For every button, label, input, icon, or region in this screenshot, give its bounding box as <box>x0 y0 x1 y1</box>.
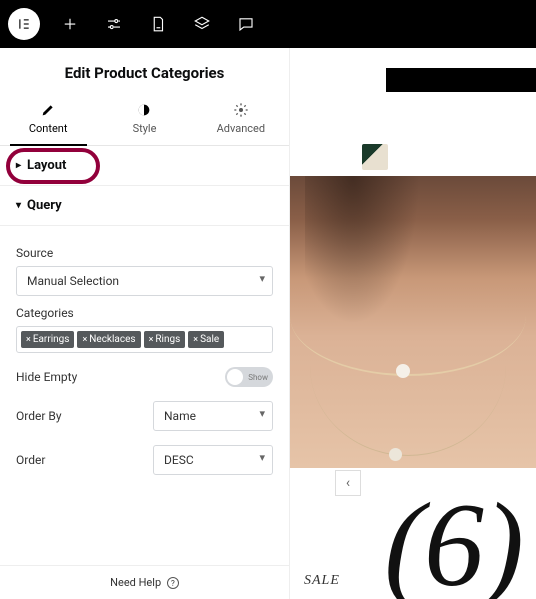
top-toolbar <box>0 0 536 48</box>
document-icon <box>149 15 167 33</box>
order-label: Order <box>16 453 45 467</box>
tab-content[interactable]: Content <box>0 96 96 145</box>
help-icon: ? <box>167 577 179 589</box>
hide-empty-toggle[interactable]: Show <box>225 367 273 387</box>
settings-button[interactable] <box>94 4 134 44</box>
chevron-left-icon: ‹ <box>346 475 350 491</box>
categories-label: Categories <box>16 306 273 320</box>
categories-tag-input[interactable]: ×Earrings ×Necklaces ×Rings ×Sale <box>16 326 273 353</box>
document-button[interactable] <box>138 4 178 44</box>
tab-style[interactable]: Style <box>96 96 192 145</box>
order-by-select[interactable]: Name <box>153 401 273 431</box>
caret-right-icon: ▸ <box>16 160 21 171</box>
chat-button[interactable] <box>226 4 266 44</box>
source-label: Source <box>16 246 273 260</box>
category-count: (6) <box>384 485 524 599</box>
editor-panel: Edit Product Categories Content Style Ad… <box>0 48 290 599</box>
plus-icon <box>61 15 79 33</box>
sliders-icon <box>105 15 123 33</box>
source-select[interactable]: Manual Selection <box>16 266 273 296</box>
panel-tabs: Content Style Advanced <box>0 96 289 146</box>
chat-icon <box>237 15 255 33</box>
order-select[interactable]: DESC <box>153 445 273 475</box>
tab-advanced[interactable]: Advanced <box>193 96 289 145</box>
preview-header-bar <box>386 68 536 92</box>
order-by-label: Order By <box>16 409 62 423</box>
preview-thumbnail <box>362 144 388 170</box>
style-icon <box>136 102 152 118</box>
hide-empty-label: Hide Empty <box>16 370 77 384</box>
tag-item[interactable]: ×Necklaces <box>77 331 140 348</box>
close-icon[interactable]: × <box>149 335 154 345</box>
section-query-body: Source Manual Selection Categories ×Earr… <box>0 226 289 493</box>
close-icon[interactable]: × <box>26 335 31 345</box>
tag-item[interactable]: ×Rings <box>144 331 186 348</box>
section-query-toggle[interactable]: ▾ Query <box>0 186 289 226</box>
elementor-icon <box>15 15 33 33</box>
need-help-link[interactable]: Need Help ? <box>0 565 289 599</box>
category-name: SALE <box>304 573 340 589</box>
add-button[interactable] <box>50 4 90 44</box>
structure-button[interactable] <box>182 4 222 44</box>
section-layout-toggle[interactable]: ▸ Layout <box>0 146 289 186</box>
close-icon[interactable]: × <box>82 335 87 345</box>
caret-down-icon: ▾ <box>16 200 21 211</box>
layers-icon <box>193 15 211 33</box>
panel-title: Edit Product Categories <box>0 48 289 96</box>
gear-icon <box>233 102 249 118</box>
product-image <box>290 176 536 468</box>
close-icon[interactable]: × <box>193 335 198 345</box>
carousel-prev-button[interactable]: ‹ <box>335 470 361 496</box>
tag-item[interactable]: ×Earrings <box>21 331 74 348</box>
preview-canvas: ‹ SALE (6) <box>290 48 536 599</box>
pencil-icon <box>40 102 56 118</box>
elementor-logo[interactable] <box>8 8 40 40</box>
tag-item[interactable]: ×Sale <box>188 331 224 348</box>
